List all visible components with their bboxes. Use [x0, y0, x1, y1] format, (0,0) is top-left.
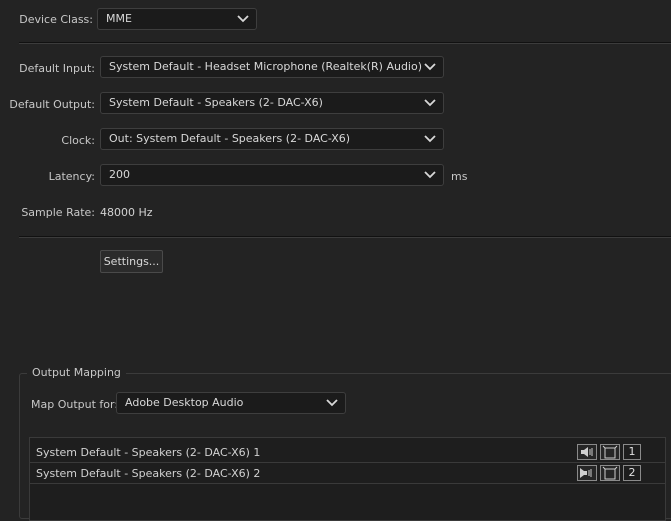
chevron-down-icon	[424, 99, 436, 107]
settings-button[interactable]: Settings...	[100, 250, 163, 273]
default-output-label: Default Output:	[9, 98, 95, 111]
latency-unit: ms	[451, 170, 468, 183]
clock-value: Out: System Default - Speakers (2- DAC-X…	[109, 132, 351, 145]
chevron-down-icon	[424, 171, 436, 179]
route-icon[interactable]	[600, 444, 620, 460]
divider	[19, 237, 671, 238]
output-mapping-title: Output Mapping	[27, 366, 126, 380]
list-item[interactable]: System Default - Speakers (2- DAC-X6) 2 …	[30, 463, 665, 484]
sample-rate-value: 48000 Hz	[100, 206, 153, 219]
map-output-label: Map Output for:	[31, 398, 119, 411]
sample-rate-label: Sample Rate:	[21, 206, 95, 219]
speaker-left-icon[interactable]	[577, 444, 597, 460]
default-input-label: Default Input:	[19, 62, 95, 75]
default-output-dropdown[interactable]: System Default - Speakers (2- DAC-X6)	[100, 92, 444, 114]
default-input-value: System Default - Headset Microphone (Rea…	[109, 60, 423, 73]
divider	[19, 43, 671, 44]
speaker-right-icon[interactable]	[577, 465, 597, 481]
chevron-down-icon	[237, 15, 249, 23]
default-output-value: System Default - Speakers (2- DAC-X6)	[109, 96, 323, 109]
clock-label: Clock:	[61, 134, 95, 147]
latency-label: Latency:	[48, 170, 95, 183]
output-mapping-list: System Default - Speakers (2- DAC-X6) 1 …	[29, 437, 666, 521]
channel-number[interactable]: 1	[623, 444, 641, 460]
latency-dropdown[interactable]: 200	[100, 164, 444, 186]
device-class-label: Device Class:	[19, 13, 93, 26]
list-item[interactable]: System Default - Speakers (2- DAC-X6) 1 …	[30, 442, 665, 463]
device-class-dropdown[interactable]: MME	[97, 8, 257, 30]
chevron-down-icon	[424, 63, 436, 71]
route-icon[interactable]	[600, 465, 620, 481]
channel-number[interactable]: 2	[623, 465, 641, 481]
chevron-down-icon	[424, 135, 436, 143]
default-input-dropdown[interactable]: System Default - Headset Microphone (Rea…	[100, 56, 444, 78]
latency-value: 200	[109, 168, 130, 181]
device-class-value: MME	[106, 12, 132, 25]
map-output-value: Adobe Desktop Audio	[125, 396, 244, 409]
map-output-dropdown[interactable]: Adobe Desktop Audio	[116, 392, 346, 414]
channel-label: System Default - Speakers (2- DAC-X6) 1	[36, 446, 261, 459]
clock-dropdown[interactable]: Out: System Default - Speakers (2- DAC-X…	[100, 128, 444, 150]
channel-label: System Default - Speakers (2- DAC-X6) 2	[36, 467, 261, 480]
chevron-down-icon	[326, 399, 338, 407]
